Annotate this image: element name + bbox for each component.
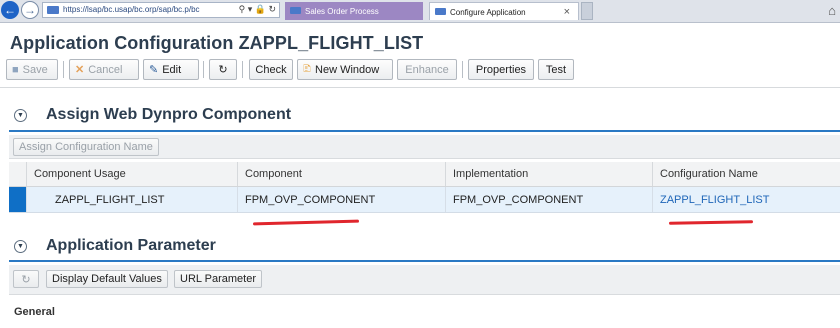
cancel-x-icon: ✕ [75,64,85,76]
tab-label: Sales Order Process [305,7,379,16]
refresh-button[interactable]: ↻ [13,270,39,288]
check-button[interactable]: Check [249,59,293,80]
cell-component: FPM_OVP_COMPONENT [237,187,445,212]
collapse-chevron-icon[interactable]: ▼ [14,108,27,122]
floppy-disk-icon: ■ [12,63,19,76]
forward-button[interactable]: → [21,1,39,19]
tab-sales-order-process[interactable]: Sales Order Process [285,2,423,20]
toolbar-separator [242,61,243,78]
address-bar[interactable]: https://lsap/bc.usap/bc.orp/sap/bc.p/bc … [42,2,280,18]
properties-button[interactable]: Properties [468,59,534,80]
cancel-button[interactable]: ✕ Cancel [69,59,139,80]
column-header-configuration-name[interactable]: Configuration Name [652,162,840,186]
annotation-underline [252,219,360,226]
toolbar-divider [0,87,840,88]
enhance-button[interactable]: Enhance [397,59,457,80]
column-header-component[interactable]: Component [237,162,445,186]
toolbar-separator [462,61,463,78]
section-divider [9,130,840,132]
address-text: https://lsap/bc.usap/bc.orp/sap/bc.p/bc [63,5,200,14]
site-icon [47,6,59,14]
page-icon [290,7,301,14]
column-header-implementation[interactable]: Implementation [445,162,652,186]
new-tab-button[interactable] [581,2,593,20]
assign-section-header[interactable]: ▼ Assign Web Dynpro Component [14,105,291,125]
tab-label: Configure Application [450,8,526,17]
back-button[interactable]: ← [1,1,19,19]
arrow-left-icon: ← [4,3,16,17]
display-default-values-button[interactable]: Display Default Values [46,270,168,288]
browser-chrome: ← → https://lsap/bc.usap/bc.orp/sap/bc.p… [0,0,840,23]
toolbar-separator [203,61,204,78]
search-lock-refresh-icons[interactable]: ⚲ ▾ 🔒 ↻ [239,4,276,15]
edit-button[interactable]: ✎ Edit [143,59,199,80]
param-section-header[interactable]: ▼ Application Parameter [14,236,216,256]
section-divider [9,260,840,262]
arrow-right-icon: → [24,3,36,17]
annotation-underline [668,220,754,225]
table-row[interactable]: ZAPPL_FLIGHT_LIST FPM_OVP_COMPONENT FPM_… [9,187,840,213]
column-header-component-usage[interactable]: Component Usage [26,162,237,186]
section-title: Assign Web Dynpro Component [46,106,292,123]
new-window-button[interactable]: 🗈 New Window [297,59,393,80]
cell-configuration-name-link[interactable]: ZAPPL_FLIGHT_LIST [652,187,840,212]
close-icon[interactable]: × [564,6,570,18]
cell-implementation: FPM_OVP_COMPONENT [445,187,652,212]
url-parameter-button[interactable]: URL Parameter [174,270,263,288]
refresh-icon: ↻ [21,273,31,286]
assign-configuration-name-button[interactable]: Assign Configuration Name [13,138,159,156]
refresh-icon: ↻ [218,64,228,76]
general-group-label: General [14,306,55,318]
tab-configure-application[interactable]: Configure Application × [429,2,579,20]
collapse-chevron-icon[interactable]: ▼ [14,239,27,253]
cell-component-usage: ZAPPL_FLIGHT_LIST [26,187,237,212]
table-header: Component Usage Component Implementation… [9,162,840,187]
toolbar-separator [63,61,64,78]
assign-table-toolbar: Assign Configuration Name [9,135,840,159]
row-selector[interactable] [9,187,26,212]
pencil-icon: ✎ [149,64,159,76]
section-title: Application Parameter [46,237,216,254]
page-icon [435,8,446,15]
param-toolbar: ↻ Display Default Values URL Parameter [9,265,840,295]
page-title: Application Configuration ZAPPL_FLIGHT_L… [10,33,424,53]
refresh-button[interactable]: ↻ [209,59,237,80]
save-button[interactable]: ■ Save [6,59,58,80]
home-icon[interactable]: ⌂ [828,3,836,18]
new-document-icon: 🗈 [303,63,312,75]
test-button[interactable]: Test [538,59,574,80]
